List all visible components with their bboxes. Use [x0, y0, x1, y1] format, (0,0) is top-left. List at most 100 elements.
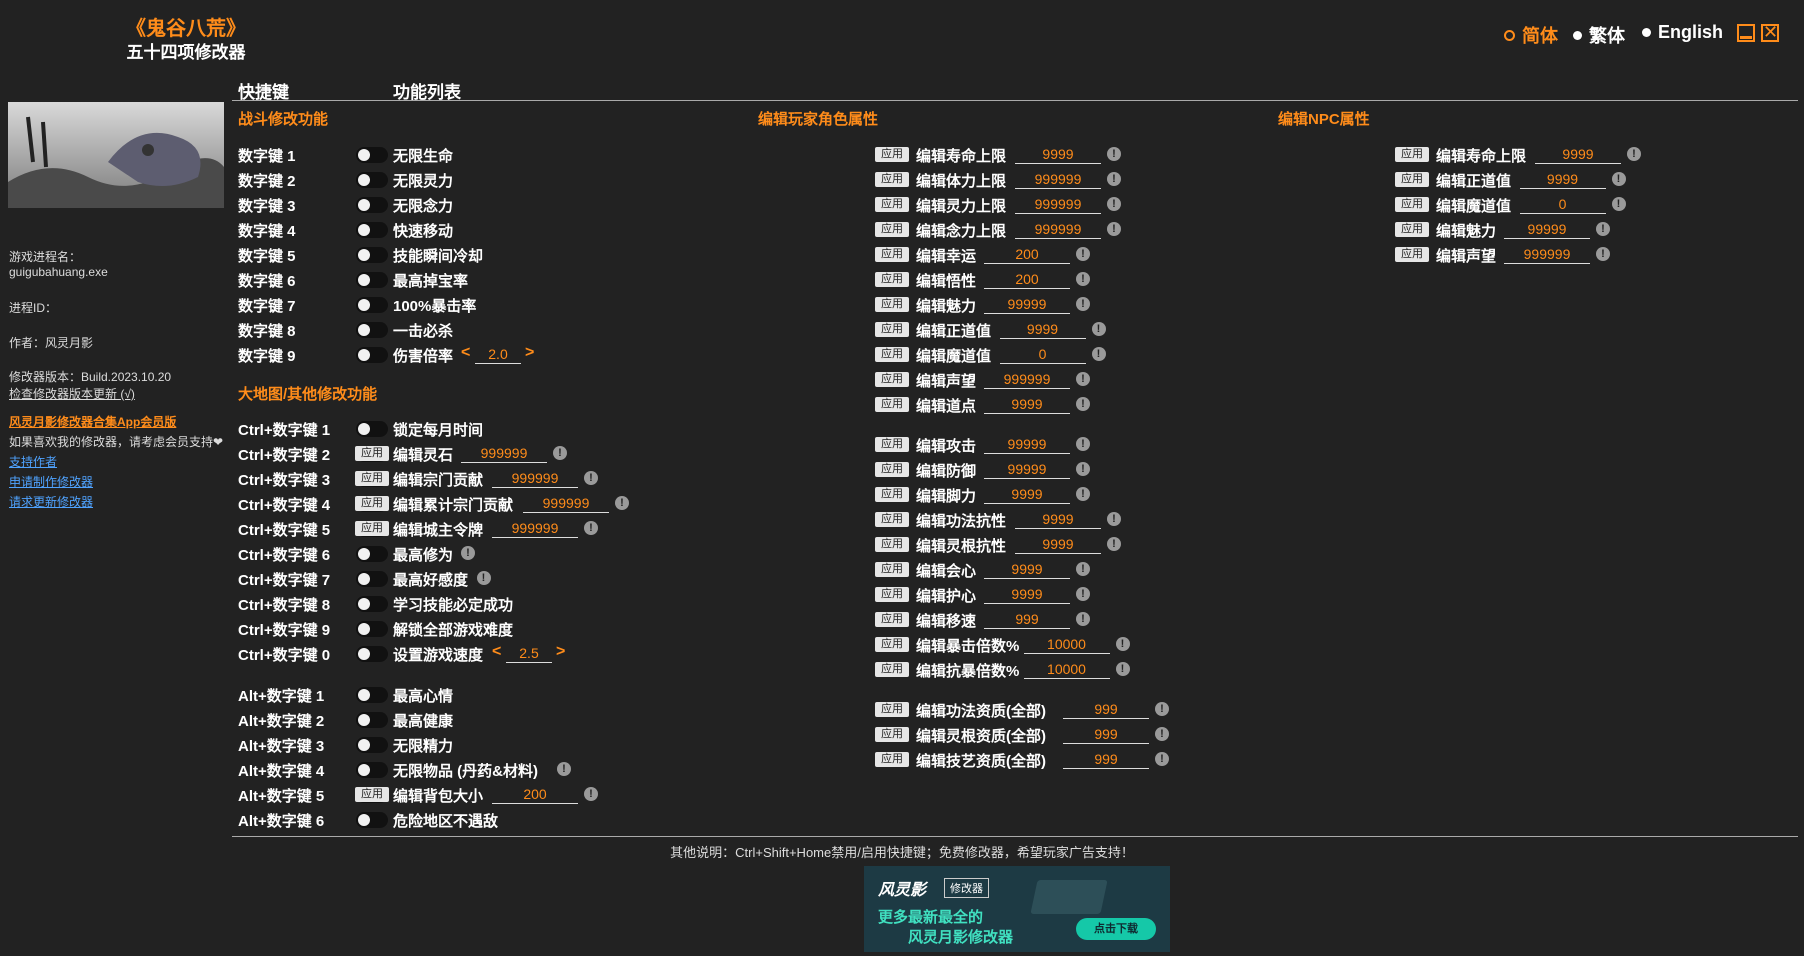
minimize-button[interactable]	[1737, 24, 1755, 42]
apply-button[interactable]: 应用	[875, 272, 909, 287]
value-input[interactable]: 999999	[1015, 220, 1101, 239]
value-input[interactable]: 99999	[984, 460, 1070, 479]
request-update-link[interactable]: 请求更新修改器	[9, 493, 93, 510]
value-input[interactable]: 9999	[984, 395, 1070, 414]
app-member-link[interactable]: 风灵月影修改器合集App会员版	[9, 413, 176, 430]
apply-button[interactable]: 应用	[1395, 222, 1429, 237]
apply-button[interactable]: 应用	[1395, 172, 1429, 187]
value-input[interactable]: 2.5	[506, 644, 552, 663]
value-input[interactable]: 9999	[1015, 145, 1101, 164]
apply-button[interactable]: 应用	[875, 322, 909, 337]
apply-button[interactable]: 应用	[355, 521, 389, 536]
toggle-switch[interactable]	[356, 147, 388, 163]
lang-simplified-option[interactable]: 简体	[1504, 22, 1558, 48]
value-input[interactable]: 10000	[1023, 660, 1110, 679]
toggle-switch[interactable]	[356, 737, 388, 753]
value-input[interactable]: 999999	[1015, 170, 1101, 189]
value-input[interactable]: 9999	[1535, 145, 1621, 164]
toggle-switch[interactable]	[356, 297, 388, 313]
value-input[interactable]: 999999	[1015, 195, 1101, 214]
toggle-switch[interactable]	[356, 596, 388, 612]
apply-button[interactable]: 应用	[875, 347, 909, 362]
value-input[interactable]: 9999	[1015, 510, 1101, 529]
apply-button[interactable]: 应用	[875, 637, 909, 652]
apply-button[interactable]: 应用	[355, 787, 389, 802]
apply-button[interactable]: 应用	[1395, 197, 1429, 212]
value-input[interactable]: 999999	[984, 370, 1070, 389]
apply-button[interactable]: 应用	[875, 197, 909, 212]
toggle-switch[interactable]	[356, 322, 388, 338]
apply-button[interactable]: 应用	[875, 487, 909, 502]
value-input[interactable]: 999999	[492, 469, 578, 488]
toggle-switch[interactable]	[356, 247, 388, 263]
value-input[interactable]: 9999	[984, 560, 1070, 579]
value-input[interactable]: 999999	[492, 519, 578, 538]
apply-button[interactable]: 应用	[875, 462, 909, 477]
check-update-link[interactable]: 检查修改器版本更新 (√)	[9, 385, 135, 402]
increase-arrow[interactable]: >	[525, 344, 534, 362]
toggle-switch[interactable]	[356, 712, 388, 728]
apply-button[interactable]: 应用	[875, 437, 909, 452]
value-input[interactable]: 999	[1063, 725, 1149, 744]
value-input[interactable]: 200	[984, 245, 1070, 264]
value-input[interactable]: 9999	[1519, 170, 1606, 189]
value-input[interactable]: 200	[492, 785, 578, 804]
value-input[interactable]: 0	[1519, 195, 1606, 214]
value-input[interactable]: 2.0	[475, 345, 521, 364]
value-input[interactable]: 99999	[1504, 220, 1590, 239]
toggle-switch[interactable]	[356, 812, 388, 828]
ad-banner[interactable]: 风灵影 修改器 更多最新最全的 风灵月影修改器 点击下载	[864, 866, 1170, 952]
value-input[interactable]: 999	[1063, 750, 1149, 769]
toggle-switch[interactable]	[356, 222, 388, 238]
toggle-switch[interactable]	[356, 571, 388, 587]
toggle-switch[interactable]	[356, 421, 388, 437]
apply-button[interactable]: 应用	[355, 446, 389, 461]
toggle-switch[interactable]	[356, 762, 388, 778]
toggle-switch[interactable]	[356, 546, 388, 562]
decrease-arrow[interactable]: <	[492, 643, 501, 661]
apply-button[interactable]: 应用	[875, 587, 909, 602]
value-input[interactable]: 99999	[984, 295, 1070, 314]
value-input[interactable]: 9999	[1015, 535, 1101, 554]
apply-button[interactable]: 应用	[875, 727, 909, 742]
value-input[interactable]: 9999	[984, 585, 1070, 604]
apply-button[interactable]: 应用	[875, 397, 909, 412]
toggle-switch[interactable]	[356, 347, 388, 363]
value-input[interactable]: 0	[999, 345, 1086, 364]
close-button[interactable]: ✕	[1761, 23, 1779, 42]
value-input[interactable]: 999999	[461, 444, 547, 463]
toggle-switch[interactable]	[356, 687, 388, 703]
toggle-switch[interactable]	[356, 272, 388, 288]
apply-button[interactable]: 应用	[875, 537, 909, 552]
value-input[interactable]: 999999	[523, 494, 609, 513]
apply-button[interactable]: 应用	[1395, 147, 1429, 162]
apply-button[interactable]: 应用	[875, 172, 909, 187]
value-input[interactable]: 999	[984, 610, 1070, 629]
value-input[interactable]: 99999	[984, 435, 1070, 454]
apply-button[interactable]: 应用	[875, 297, 909, 312]
toggle-switch[interactable]	[356, 621, 388, 637]
increase-arrow[interactable]: >	[556, 643, 565, 661]
request-trainer-link[interactable]: 申请制作修改器	[9, 473, 93, 490]
lang-english-option[interactable]: English	[1642, 22, 1723, 43]
toggle-switch[interactable]	[356, 197, 388, 213]
apply-button[interactable]: 应用	[875, 372, 909, 387]
apply-button[interactable]: 应用	[875, 247, 909, 262]
value-input[interactable]: 10000	[1023, 635, 1110, 654]
apply-button[interactable]: 应用	[355, 496, 389, 511]
value-input[interactable]: 9999	[999, 320, 1086, 339]
apply-button[interactable]: 应用	[875, 612, 909, 627]
apply-button[interactable]: 应用	[875, 702, 909, 717]
value-input[interactable]: 999	[1063, 700, 1149, 719]
download-button[interactable]: 点击下载	[1076, 918, 1156, 940]
apply-button[interactable]: 应用	[355, 471, 389, 486]
lang-traditional-option[interactable]: 繁体	[1573, 22, 1625, 48]
apply-button[interactable]: 应用	[875, 147, 909, 162]
apply-button[interactable]: 应用	[875, 222, 909, 237]
apply-button[interactable]: 应用	[875, 562, 909, 577]
support-author-link[interactable]: 支持作者	[9, 453, 57, 470]
decrease-arrow[interactable]: <	[461, 344, 470, 362]
value-input[interactable]: 200	[984, 270, 1070, 289]
apply-button[interactable]: 应用	[875, 752, 909, 767]
value-input[interactable]: 9999	[984, 485, 1070, 504]
